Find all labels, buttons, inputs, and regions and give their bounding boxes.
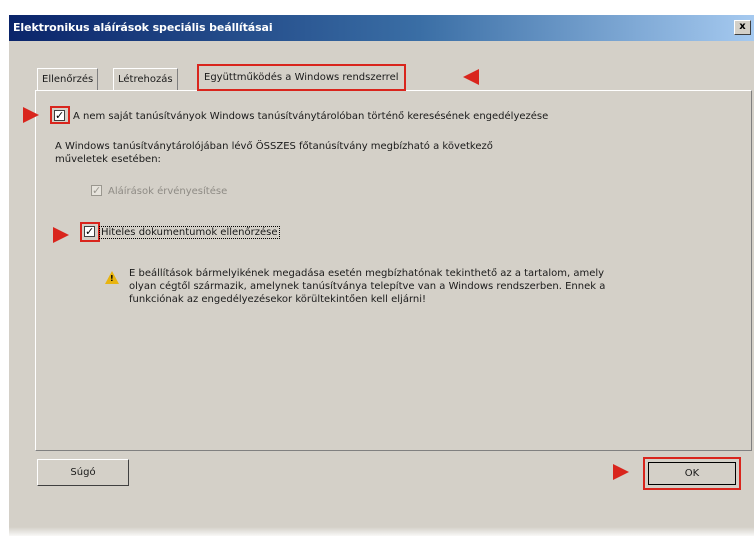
- tab-label: Együttműködés a Windows rendszerrel: [204, 72, 399, 83]
- validate-signatures-checkbox[interactable]: ✓: [91, 185, 102, 196]
- trust-intro-text: A Windows tanúsítványtárolójában lévő ÖS…: [55, 140, 493, 166]
- warning-text: E beállítások bármelyikének megadása ese…: [129, 267, 605, 306]
- ok-button[interactable]: OK: [648, 462, 736, 485]
- certified-docs-label: Hiteles dokumentumok ellenőrzése: [99, 226, 280, 239]
- callout-arrow-tab: [463, 69, 479, 85]
- close-button[interactable]: x: [734, 20, 751, 35]
- tab-label: Létrehozás: [118, 74, 173, 85]
- check-icon: ✓: [92, 184, 102, 197]
- trust-intro-line: A Windows tanúsítványtárolójában lévő ÖS…: [55, 141, 493, 152]
- help-button-label: Súgó: [70, 467, 96, 478]
- dialog-window: Elektronikus aláírások speciális beállít…: [8, 14, 754, 537]
- tab-label: Ellenőrzés: [42, 74, 94, 85]
- warning-exclamation-icon: !: [110, 274, 114, 283]
- validate-signatures-label: Aláírások érvényesítése: [108, 186, 228, 197]
- search-certs-label: A nem saját tanúsítványok Windows tanúsí…: [73, 111, 549, 122]
- tab-letrehozas[interactable]: Létrehozás: [113, 68, 178, 90]
- callout-arrow-certified: [53, 227, 69, 243]
- warning-line: olyan cégtől származik, amelynek tanúsít…: [129, 281, 606, 292]
- certified-docs-checkbox[interactable]: ✓: [84, 226, 95, 237]
- title-bar[interactable]: Elektronikus aláírások speciális beállít…: [9, 15, 754, 41]
- callout-arrow-search: [23, 107, 39, 123]
- window-title: Elektronikus aláírások speciális beállít…: [13, 21, 273, 34]
- ok-button-label: OK: [684, 468, 700, 479]
- check-icon: ✓: [85, 225, 95, 238]
- warning-line: E beállítások bármelyikének megadása ese…: [129, 268, 605, 279]
- help-button[interactable]: Súgó: [37, 459, 129, 486]
- close-icon: x: [739, 21, 746, 32]
- warning-line: funkciónak az engedélyezésekor körülteki…: [129, 294, 427, 305]
- search-certs-checkbox[interactable]: ✓: [54, 110, 65, 121]
- callout-arrow-ok: [613, 464, 629, 480]
- tab-windows-integration[interactable]: Együttműködés a Windows rendszerrel: [197, 64, 406, 91]
- tab-ellenorzes[interactable]: Ellenőrzés: [37, 68, 99, 90]
- check-icon: ✓: [55, 109, 65, 122]
- trust-intro-line: műveletek esetében:: [55, 154, 161, 165]
